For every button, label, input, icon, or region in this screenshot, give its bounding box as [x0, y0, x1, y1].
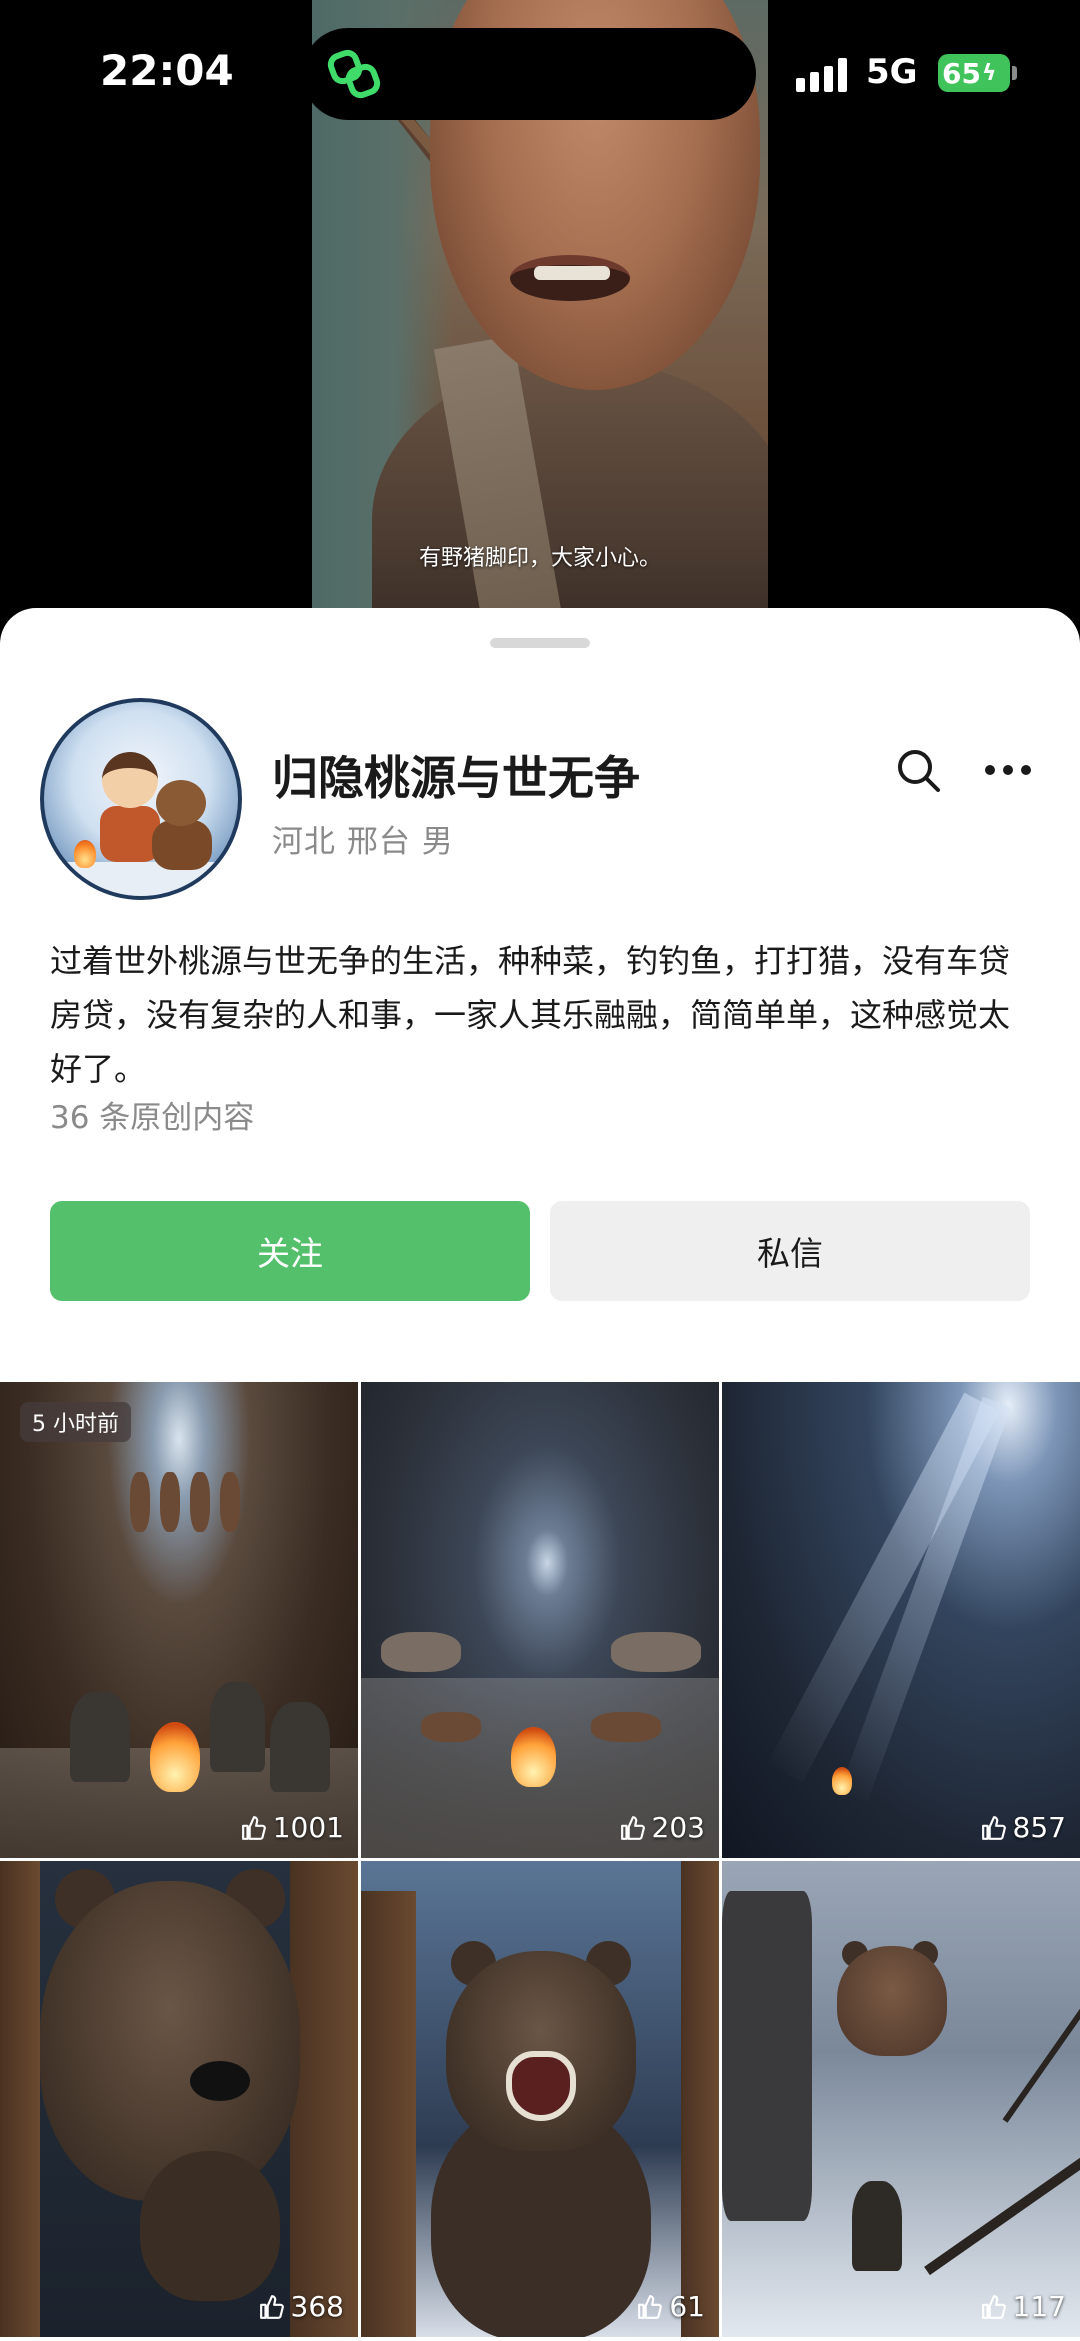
video-tile[interactable]: 5 小时前 1001	[0, 1382, 358, 1858]
avatar-bear	[152, 820, 212, 870]
message-button[interactable]: 私信	[550, 1201, 1030, 1301]
avatar-bear-head	[156, 780, 206, 826]
rock-wall	[722, 1891, 812, 2221]
bed	[381, 1632, 461, 1672]
hanging-meat	[160, 1472, 180, 1532]
like-count-value: 1001	[272, 1811, 344, 1844]
sheet-handle[interactable]	[490, 638, 590, 648]
like-count-value: 117	[1012, 2290, 1066, 2323]
like-count-value: 203	[651, 1811, 705, 1844]
door-frame	[681, 1861, 719, 2337]
candle-light	[832, 1767, 852, 1795]
like-count: 1001	[241, 1811, 344, 1844]
thumbs-up-icon	[259, 2294, 284, 2319]
battery-tip	[1012, 66, 1017, 80]
bear-mouth	[506, 2051, 576, 2121]
like-count: 368	[259, 2290, 344, 2323]
bear-face	[40, 1881, 300, 2201]
person	[270, 1702, 330, 1792]
avatar-snow	[44, 862, 238, 896]
hanging-meat	[190, 1472, 210, 1532]
campfire	[150, 1722, 200, 1792]
like-count: 857	[981, 1811, 1066, 1844]
avatar-fire	[74, 840, 96, 868]
door-frame	[361, 1891, 416, 2337]
network-label: 5G	[866, 52, 918, 92]
search-icon[interactable]	[894, 746, 942, 794]
bear-face	[837, 1946, 947, 2056]
like-count-value: 368	[290, 2290, 344, 2323]
thumbs-up-icon	[620, 1815, 645, 1840]
video-tile[interactable]: 203	[361, 1382, 719, 1858]
video-tile[interactable]: 117	[722, 1861, 1080, 2337]
like-count-value: 61	[669, 2290, 705, 2323]
profile-bio: 过着世外桃源与世无争的生活，种种菜，钓钓鱼，打打猎，没有车贷房贷，没有复杂的人和…	[50, 942, 1011, 1088]
link-app-icon	[327, 49, 381, 99]
profile-name: 归隐桃源与世无争	[272, 751, 640, 805]
tree-branch	[924, 2117, 1080, 2276]
thumbs-up-icon	[981, 2294, 1006, 2319]
video-tile[interactable]: 368	[0, 1861, 358, 2337]
like-count: 203	[620, 1811, 705, 1844]
battery-icon: 65 ϟ	[938, 54, 1010, 92]
status-time: 22:04	[100, 46, 234, 95]
video-tile[interactable]: 857	[722, 1382, 1080, 1858]
video-subtitle: 有野猪脚印，大家小心。	[418, 546, 661, 571]
campfire	[511, 1727, 556, 1787]
animal-hide	[591, 1712, 661, 1742]
thumbs-up-icon	[638, 2294, 663, 2319]
like-count: 117	[981, 2290, 1066, 2323]
bear-nose	[190, 2061, 250, 2101]
person	[852, 2181, 902, 2271]
like-count-value: 857	[1012, 1811, 1066, 1844]
video-tile[interactable]: 61	[361, 1861, 719, 2337]
hanging-meat	[130, 1472, 150, 1532]
dynamic-island[interactable]	[302, 28, 756, 120]
charging-icon: ϟ	[981, 60, 997, 86]
tree-branch	[1002, 1955, 1080, 2123]
door-frame	[290, 1861, 358, 2337]
avatar[interactable]	[40, 698, 242, 900]
battery-level: 65	[942, 56, 981, 90]
person	[210, 1682, 265, 1772]
avatar-boy	[100, 806, 160, 862]
more-icon[interactable]	[982, 762, 1034, 778]
avatar-boy-head	[102, 752, 158, 808]
teeth	[534, 266, 610, 280]
follow-button[interactable]: 关注	[50, 1201, 530, 1301]
thumbs-up-icon	[241, 1815, 266, 1840]
profile-sheet: 归隐桃源与世无争 河北 邢台 男 过着世外桃源与世无争的生活，种种菜，钓钓鱼，打…	[0, 608, 1080, 2341]
signal-icon	[796, 56, 852, 92]
like-count: 61	[637, 2290, 705, 2323]
original-count[interactable]: 36 条原创内容	[50, 1092, 254, 1137]
animal-hide	[421, 1712, 481, 1742]
door-frame	[0, 1861, 40, 2337]
profile-location: 河北 邢台 男	[272, 824, 454, 860]
hanging-meat	[220, 1472, 240, 1532]
bed	[611, 1632, 701, 1672]
thumbs-up-icon	[981, 1815, 1006, 1840]
person	[70, 1692, 130, 1782]
time-badge: 5 小时前	[20, 1402, 131, 1442]
bear-paw	[140, 2151, 280, 2301]
